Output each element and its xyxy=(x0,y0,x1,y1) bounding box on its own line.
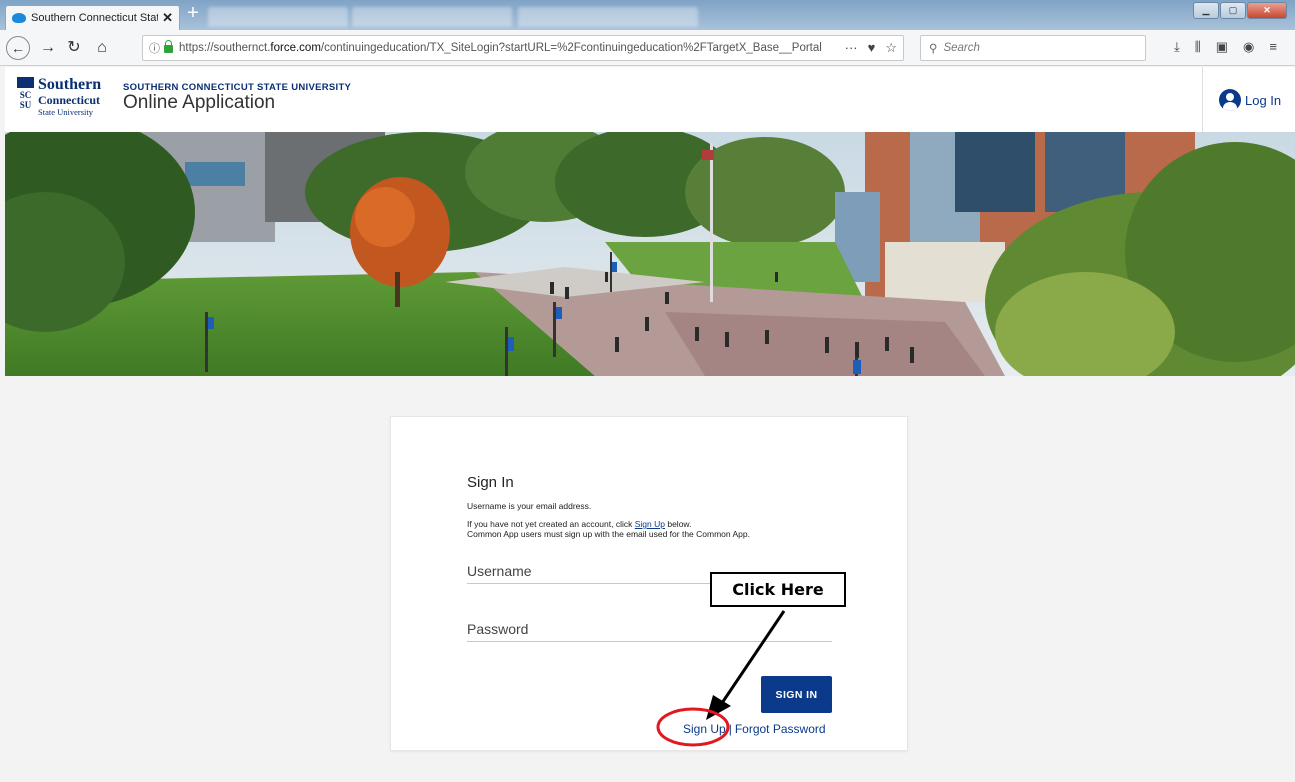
new-tab-button[interactable]: + xyxy=(183,2,203,24)
sidebar-icon[interactable]: ▣ xyxy=(1216,39,1228,55)
pocket-icon[interactable]: ♥ xyxy=(868,40,876,56)
logo-text: State University xyxy=(38,107,94,117)
click-here-callout: Click Here xyxy=(710,572,846,607)
logo-mark: SC SU xyxy=(17,77,34,121)
campus-photo xyxy=(5,132,1295,376)
header-divider xyxy=(1202,67,1203,132)
logo-text: Southern xyxy=(38,76,102,93)
home-icon[interactable]: ⌂ xyxy=(90,36,114,60)
logo-text: Connecticut xyxy=(38,93,100,107)
page-title: Online Application xyxy=(123,92,276,113)
bookmark-star-icon[interactable]: ☆ xyxy=(885,40,897,56)
menu-icon[interactable]: ≡ xyxy=(1269,39,1277,55)
download-icon[interactable]: ⤓ xyxy=(1174,39,1180,55)
browser-tab-blurred[interactable] xyxy=(518,7,698,27)
page-actions-icon[interactable]: ··· xyxy=(845,40,858,56)
browser-tab-active[interactable]: Southern Connecticut State Un ✕ xyxy=(5,5,180,30)
search-placeholder: Search xyxy=(943,42,980,54)
library-icon[interactable]: ⫼ xyxy=(1195,39,1201,55)
tab-close-icon[interactable]: ✕ xyxy=(162,10,173,26)
login-link[interactable]: Log In xyxy=(1219,89,1281,111)
restore-icon[interactable]: ▢ xyxy=(1220,2,1246,19)
info-icon[interactable]: ⓘ xyxy=(149,40,160,56)
commonapp-hint: Common App users must sign up with the e… xyxy=(467,529,750,539)
salesforce-cloud-icon xyxy=(12,13,26,23)
signup-link[interactable]: Sign Up xyxy=(683,722,726,736)
password-field[interactable] xyxy=(467,616,832,642)
link-separator: | xyxy=(728,722,732,736)
user-icon xyxy=(1219,89,1241,111)
university-logo[interactable]: SC SU Southern Connecticut State Univers… xyxy=(17,76,117,124)
url-text[interactable]: https://southernct.force.com/continuinge… xyxy=(179,42,845,54)
site-header: SC SU Southern Connecticut State Univers… xyxy=(5,67,1295,132)
forgot-password-link[interactable]: Forgot Password xyxy=(735,722,826,736)
browser-tab-blurred[interactable] xyxy=(208,7,348,27)
forward-icon[interactable]: → xyxy=(36,36,60,60)
browser-tab-blurred[interactable] xyxy=(352,7,512,27)
search-icon: ⚲ xyxy=(929,43,938,55)
browser-toolbar: ← → ↻ ⌂ ⓘ https://southernct.force.com/c… xyxy=(0,30,1295,66)
signin-title: Sign In xyxy=(467,474,514,491)
search-input[interactable]: ⚲ Search xyxy=(920,35,1146,61)
account-icon[interactable]: ◉ xyxy=(1243,39,1254,55)
signup-hint: If you have not yet created an account, … xyxy=(467,519,692,529)
campus-hero-image xyxy=(5,132,1295,376)
signin-button[interactable]: SIGN IN xyxy=(761,676,832,713)
window-close-icon[interactable]: ✕ xyxy=(1247,2,1287,19)
tab-title: Southern Connecticut State Un xyxy=(31,12,158,24)
reload-icon[interactable]: ↻ xyxy=(62,36,86,60)
minimize-icon[interactable]: ▁ xyxy=(1193,2,1219,19)
username-hint: Username is your email address. xyxy=(467,501,592,511)
account-links: Sign Up | Forgot Password xyxy=(683,722,826,736)
browser-tab-strip: Southern Connecticut State Un ✕ + ▁ ▢ ✕ xyxy=(0,0,1295,30)
signup-inline-link[interactable]: Sign Up xyxy=(635,519,665,529)
window-controls: ▁ ▢ ✕ xyxy=(1193,2,1287,19)
login-label: Log In xyxy=(1245,92,1282,108)
lock-icon[interactable] xyxy=(164,40,173,53)
address-bar[interactable]: ⓘ https://southernct.force.com/continuin… xyxy=(142,35,904,61)
back-icon[interactable]: ← xyxy=(6,36,30,60)
